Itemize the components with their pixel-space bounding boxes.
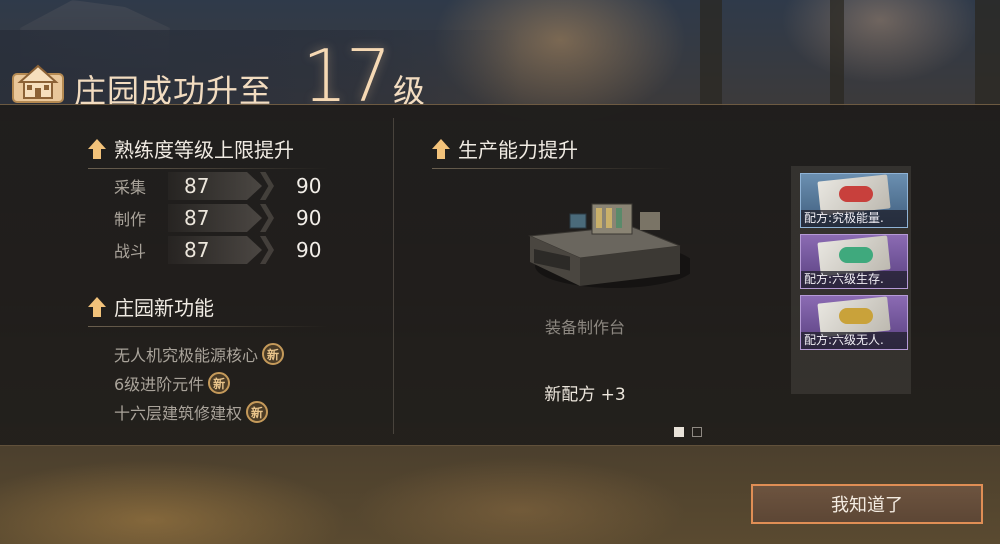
proficiency-title-text: 熟练度等级上限提升 (114, 138, 294, 162)
background-pillar (975, 0, 1000, 110)
stat-row-craft: 制作 87 90 (114, 204, 324, 232)
production-section-title: 生产能力提升 (432, 134, 672, 169)
background-pillar (830, 0, 844, 110)
stat-old-value: 87 (184, 238, 210, 262)
stat-row-combat: 战斗 87 90 (114, 236, 324, 264)
proficiency-section-title: 熟练度等级上限提升 (88, 134, 328, 169)
features-title-text: 庄园新功能 (114, 296, 214, 320)
recipe-card[interactable]: 配方:六级无人. (800, 295, 908, 350)
new-badge-icon: 新 (262, 343, 285, 365)
chevron-right-icon (260, 172, 274, 200)
production-title-text: 生产能力提升 (458, 138, 578, 162)
stat-new-value: 90 (296, 174, 322, 198)
page-indicator (674, 427, 702, 437)
stat-old-value-bar: 87 (168, 172, 262, 200)
manor-house-icon (12, 64, 64, 103)
feature-label: 十六层建筑修建权 (114, 404, 243, 423)
feature-item: 6级进阶元件 新 (114, 371, 231, 395)
recipe-label: 配方:六级无人. (801, 332, 907, 349)
page-dot-active[interactable] (674, 427, 684, 437)
confirm-button[interactable]: 我知道了 (751, 484, 983, 524)
recipe-card[interactable]: 配方:究极能量. (800, 173, 908, 228)
stat-old-value: 87 (184, 174, 210, 198)
new-badge-icon: 新 (246, 401, 269, 423)
recipe-item-icon (839, 247, 873, 263)
new-badge-icon: 新 (208, 372, 231, 394)
recipe-item-icon (839, 186, 873, 202)
recipe-label: 配方:究极能量. (801, 210, 907, 227)
page-dot[interactable] (692, 427, 702, 437)
stat-new-value: 90 (296, 238, 322, 262)
level-up-banner: 庄园成功升至 17 级 (0, 30, 520, 118)
title-underline (88, 326, 328, 327)
stat-old-value-bar: 87 (168, 236, 262, 264)
stat-old-value-bar: 87 (168, 204, 262, 232)
recipe-card[interactable]: 配方:六级生存. (800, 234, 908, 289)
workbench-name: 装备制作台 (544, 318, 625, 337)
feature-label: 无人机究极能源核心 (114, 346, 259, 365)
title-underline (88, 168, 328, 169)
recipe-label: 配方:六级生存. (801, 271, 907, 288)
panel-divider (393, 118, 394, 434)
new-recipe-count: 新配方 +3 (544, 385, 626, 405)
chevron-right-icon (260, 204, 274, 232)
stat-label: 战斗 (114, 242, 147, 261)
up-arrow-icon (88, 296, 106, 317)
feature-item: 无人机究极能源核心 新 (114, 342, 285, 366)
up-arrow-icon (88, 138, 106, 159)
stat-label: 采集 (114, 178, 147, 197)
stat-old-value: 87 (184, 206, 210, 230)
up-arrow-icon (432, 138, 450, 159)
recipe-item-icon (839, 308, 873, 324)
title-underline (432, 168, 672, 169)
features-section-title: 庄园新功能 (88, 292, 328, 327)
stat-label: 制作 (114, 210, 147, 229)
background-pillar (700, 0, 722, 110)
stat-new-value: 90 (296, 206, 322, 230)
feature-item: 十六层建筑修建权 新 (114, 400, 269, 424)
stat-row-gather: 采集 87 90 (114, 172, 324, 200)
feature-label: 6级进阶元件 (114, 375, 205, 394)
workbench-icon (528, 203, 690, 288)
chevron-right-icon (260, 236, 274, 264)
